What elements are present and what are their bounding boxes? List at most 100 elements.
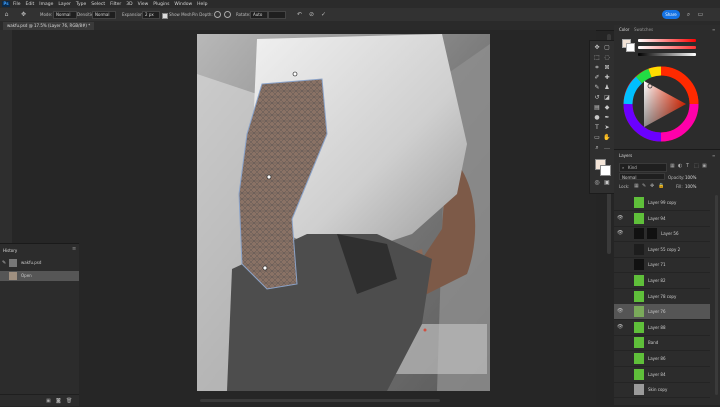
crop-tool-icon[interactable]: ⌗	[593, 64, 601, 72]
blend-mode-select[interactable]: Normal	[619, 173, 665, 180]
saturation-slider[interactable]	[638, 46, 696, 49]
layer-row[interactable]: 👁 Layer 88	[614, 320, 710, 336]
filter-kind-select[interactable]: ⌕ Kind	[619, 163, 667, 172]
menu-layer[interactable]: Layer	[58, 2, 71, 7]
color-panel-background-swatch[interactable]	[626, 43, 635, 52]
panel-menu-icon[interactable]: ≡	[712, 27, 715, 32]
shape-tool-icon[interactable]: ▭	[593, 134, 601, 142]
visibility-eye-icon[interactable]: 👁	[617, 308, 623, 314]
menu-edit[interactable]: Edit	[26, 2, 35, 7]
eyedropper-tool-icon[interactable]: ✐	[593, 74, 601, 82]
expansion-input[interactable]: 2 px	[142, 11, 160, 19]
mode-select[interactable]: Normal	[53, 11, 77, 19]
color-wheel[interactable]	[622, 65, 700, 143]
menu-image[interactable]: Image	[39, 2, 53, 7]
history-snapshot[interactable]: ✎ wakfu.psd	[0, 258, 79, 268]
menu-select[interactable]: Select	[91, 2, 105, 7]
type-tool-icon[interactable]: T	[593, 124, 601, 132]
menu-3d[interactable]: 3D	[126, 2, 132, 7]
frame-tool-icon[interactable]: ⊠	[603, 64, 611, 72]
artboard-tool-icon[interactable]: ▢	[603, 44, 611, 52]
layer-row[interactable]: Layer 99 copy	[614, 195, 710, 211]
undo-icon[interactable]: ↶	[296, 11, 303, 18]
layer-row[interactable]: Layer 55 copy 2	[614, 242, 710, 258]
commit-check-icon[interactable]: ✓	[320, 11, 327, 18]
hand-tool-icon[interactable]: ✋	[603, 134, 611, 142]
pen-tool-icon[interactable]: ✒	[603, 114, 611, 122]
layers-scrollbar[interactable]	[715, 195, 718, 395]
menu-filter[interactable]: Filter	[110, 2, 121, 7]
layer-row[interactable]: 👁 Layer 94	[614, 211, 710, 227]
layer-row[interactable]: 👁 Layer 56	[614, 226, 710, 243]
camera-icon[interactable]: ◙	[56, 398, 61, 404]
cancel-icon[interactable]: ⊘	[308, 11, 315, 18]
filter-pixel-icon[interactable]: ▦	[670, 163, 675, 169]
panel-menu-icon[interactable]: ≡	[712, 153, 715, 158]
tab-color[interactable]: Color	[619, 27, 629, 32]
filter-shape-icon[interactable]: ⬚	[694, 163, 699, 169]
visibility-eye-icon[interactable]: 👁	[617, 324, 623, 330]
menu-plugins[interactable]: Plugins	[153, 2, 169, 7]
lock-all-icon[interactable]: 🔒	[658, 183, 664, 189]
brightness-slider[interactable]	[638, 53, 696, 56]
layer-row[interactable]: Layer 71	[614, 257, 710, 274]
filter-smart-object-icon[interactable]: ▣	[702, 163, 707, 169]
zoom-tool-icon[interactable]: ⌕	[593, 144, 601, 152]
history-item-open[interactable]: Open	[0, 271, 79, 281]
hue-slider[interactable]	[638, 39, 696, 42]
healing-tool-icon[interactable]: ✚	[603, 74, 611, 82]
pin-depth-back-icon[interactable]	[224, 11, 231, 18]
layer-row[interactable]: Band	[614, 335, 710, 352]
home-icon[interactable]: ⌂	[3, 11, 10, 18]
history-brush-tool-icon[interactable]: ↺	[593, 94, 601, 102]
canvas-artwork[interactable]	[197, 34, 490, 391]
tab-layers[interactable]: Layers	[619, 153, 632, 158]
marquee-tool-icon[interactable]: ⬚	[593, 54, 601, 62]
menu-type[interactable]: Type	[76, 2, 86, 7]
search-icon[interactable]: ⌕	[685, 11, 692, 18]
lasso-tool-icon[interactable]: ◌	[603, 54, 611, 62]
brush-tool-icon[interactable]: ✎	[593, 84, 601, 92]
fill-input[interactable]: 100%	[685, 184, 696, 189]
background-color-swatch[interactable]	[600, 165, 611, 176]
rotate-select[interactable]: Auto	[250, 11, 268, 19]
eraser-tool-icon[interactable]: ◪	[603, 94, 611, 102]
menu-window[interactable]: Window	[174, 2, 192, 7]
quick-mask-icon[interactable]: ◎	[593, 179, 601, 187]
new-document-from-state-icon[interactable]: ▣	[46, 398, 51, 404]
opacity-input[interactable]: 100%	[685, 175, 696, 180]
lock-position-icon[interactable]: ✥	[650, 183, 654, 189]
lock-brush-icon[interactable]: ✎	[642, 183, 646, 189]
history-title[interactable]: History	[3, 248, 17, 253]
layer-row[interactable]: Skin copy	[614, 382, 710, 399]
density-select[interactable]: Normal	[92, 11, 116, 19]
filter-type-icon[interactable]: T	[686, 163, 689, 169]
menu-view[interactable]: View	[138, 2, 149, 7]
dodge-tool-icon[interactable]: ●	[593, 114, 601, 122]
visibility-eye-icon[interactable]: 👁	[617, 230, 623, 236]
layer-row[interactable]: Layer 84	[614, 367, 710, 383]
lock-pixels-icon[interactable]: ▦	[634, 183, 639, 189]
more-tools-icon[interactable]: …	[603, 144, 611, 152]
show-mesh-checkbox[interactable]	[162, 13, 168, 19]
trash-icon[interactable]: 🗑	[66, 398, 72, 404]
blur-tool-icon[interactable]: ◆	[603, 104, 611, 112]
workspace-icon[interactable]: ▭	[697, 11, 704, 18]
screen-mode-icon[interactable]: ▣	[603, 179, 611, 187]
menu-file[interactable]: File	[13, 2, 21, 7]
filter-adjustment-icon[interactable]: ◐	[678, 163, 682, 169]
pin-depth-front-icon[interactable]	[214, 11, 221, 18]
tab-swatches[interactable]: Swatches	[634, 27, 653, 32]
puppet-warp-tool-icon[interactable]: ✥	[20, 11, 27, 18]
move-tool-icon[interactable]: ✥	[593, 44, 601, 52]
stamp-tool-icon[interactable]: ♟	[603, 84, 611, 92]
layer-mask-thumbnail[interactable]	[647, 228, 657, 240]
gradient-tool-icon[interactable]: ▤	[593, 104, 601, 112]
visibility-eye-icon[interactable]: 👁	[617, 215, 623, 221]
history-brush-icon[interactable]: ✎	[2, 260, 6, 266]
path-selection-tool-icon[interactable]: ➤	[603, 124, 611, 132]
layer-row[interactable]: Layer 82	[614, 273, 710, 289]
menu-help[interactable]: Help	[197, 2, 207, 7]
horizontal-scrollbar[interactable]	[200, 399, 440, 402]
share-button[interactable]: Share	[662, 10, 680, 19]
